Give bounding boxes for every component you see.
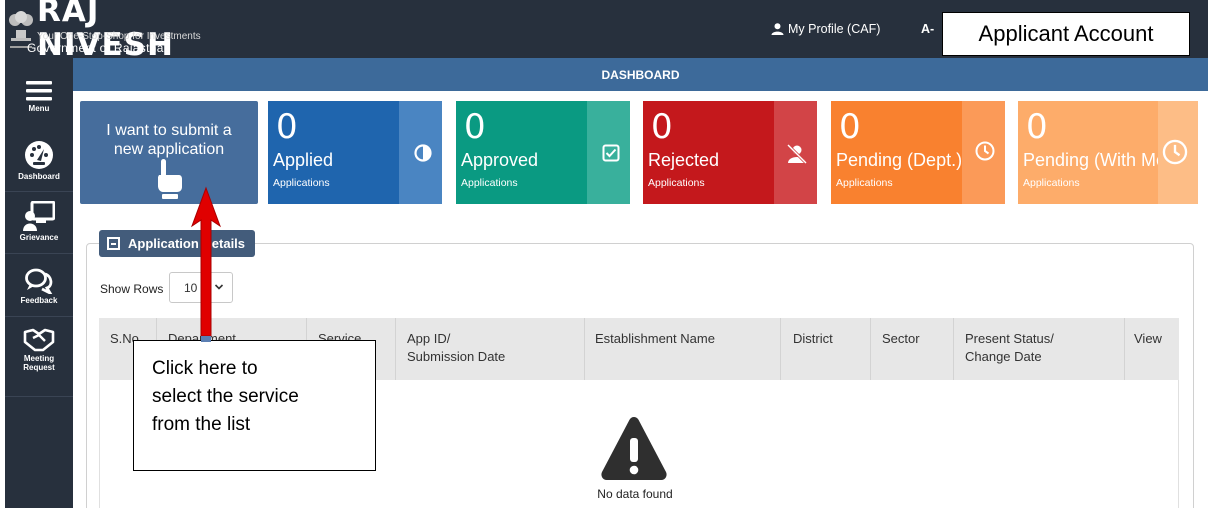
application-details-title: Application Details: [128, 236, 246, 251]
column-header-line: Present Status/: [965, 331, 1054, 346]
stat-subtitle: Applications: [836, 177, 893, 189]
sidebar-item-label: Grievance: [19, 233, 59, 242]
rejected-applications-tile[interactable]: 0 Rejected Applications: [643, 101, 817, 204]
chat-bubbles-icon: [25, 268, 53, 294]
column-divider: [584, 318, 585, 380]
applied-applications-tile[interactable]: 0 Applied Applications: [268, 101, 442, 204]
column-divider: [1124, 318, 1125, 380]
sidebar: Menu Dashboard Grievance Feedback Meetin…: [5, 58, 73, 508]
stat-count: 0: [464, 107, 486, 147]
screen: RAJ NIVESH Your One-Stop-Shop for Invest…: [0, 0, 1208, 508]
stat-title: Pending (With Me): [1023, 150, 1173, 170]
my-profile-label: My Profile (CAF): [788, 22, 881, 36]
account-code[interactable]: A-: [921, 22, 934, 36]
column-divider: [953, 318, 954, 380]
column-divider: [870, 318, 871, 380]
my-profile-link[interactable]: My Profile (CAF): [771, 22, 880, 36]
column-header-line: Submission Date: [407, 349, 506, 364]
brand-logo[interactable]: RAJ NIVESH Your One-Stop-Shop for Invest…: [5, 0, 245, 62]
column-divider: [395, 318, 396, 380]
sidebar-divider: [5, 396, 73, 397]
presenter-icon: [23, 201, 55, 231]
stat-title: Applied: [273, 150, 334, 170]
sidebar-item-meeting-request[interactable]: Meeting Request: [5, 328, 73, 372]
pending-with-me-applications-tile[interactable]: 0 Pending (With Me) Applications: [1018, 101, 1198, 204]
brand-government: Government of Rajasthan: [27, 41, 171, 55]
user-icon: [771, 23, 784, 35]
stat-count: 0: [651, 107, 673, 147]
stat-count: 0: [276, 107, 298, 147]
column-header-line: Change Date: [965, 349, 1042, 364]
approved-applications-tile[interactable]: 0 Approved Applications: [456, 101, 630, 204]
sidebar-divider: [5, 191, 73, 192]
column-divider: [780, 318, 781, 380]
sidebar-item-label: Dashboard: [18, 172, 60, 181]
instruction-callout: Click here to select the service from th…: [133, 340, 376, 471]
column-header-establishment-name[interactable]: Establishment Name: [595, 330, 715, 348]
sidebar-item-label: Menu: [28, 104, 50, 113]
sidebar-item-dashboard[interactable]: Dashboard: [5, 140, 73, 181]
callout-line: Click here to: [152, 358, 258, 379]
column-header-sector[interactable]: Sector: [882, 330, 920, 348]
sidebar-item-label: Feedback: [20, 296, 58, 305]
red-arrow-annotation: [191, 186, 221, 342]
column-header-line: App ID/: [407, 331, 451, 346]
submit-tile-line2: new application: [113, 141, 225, 158]
submit-tile-label: I want to submit a new application: [80, 121, 258, 159]
column-header-district[interactable]: District: [793, 330, 833, 348]
stat-title: Approved: [461, 150, 539, 170]
stat-subtitle: Applications: [1023, 177, 1080, 189]
dashboard-title-bar: DASHBOARD: [73, 58, 1208, 91]
clock-icon: [975, 141, 995, 161]
pending-dept-applications-tile[interactable]: 0 Pending (Dept.) Applications: [831, 101, 1005, 204]
column-header-app-id[interactable]: App ID/ Submission Date: [407, 330, 505, 366]
stat-title: Rejected: [648, 150, 720, 170]
callout-line: from the list: [152, 414, 251, 435]
submit-new-application-tile[interactable]: I want to submit a new application: [80, 101, 258, 204]
half-circle-icon: [414, 144, 432, 162]
sidebar-item-menu[interactable]: Menu: [5, 80, 73, 113]
warning-icon: [601, 417, 667, 480]
stat-subtitle: Applications: [273, 177, 330, 189]
stat-count: 0: [1026, 107, 1048, 147]
submit-tile-line1: I want to submit a: [106, 122, 232, 139]
sidebar-divider: [5, 253, 73, 254]
column-header-present-status[interactable]: Present Status/ Change Date: [965, 330, 1054, 366]
stat-title: Pending (Dept.): [836, 150, 963, 170]
no-data-message: No data found: [597, 487, 673, 501]
stat-subtitle: Applications: [648, 177, 705, 189]
checkbox-icon: [602, 144, 620, 162]
applicant-account-callout: Applicant Account: [942, 12, 1190, 56]
stat-count: 0: [839, 107, 861, 147]
handshake-icon: [23, 328, 55, 352]
dashboard-title: DASHBOARD: [601, 67, 680, 82]
stat-subtitle: Applications: [461, 177, 518, 189]
sidebar-item-feedback[interactable]: Feedback: [5, 268, 73, 305]
user-slash-icon: [786, 144, 808, 164]
callout-line: select the service: [152, 386, 299, 407]
column-header-view[interactable]: View: [1134, 330, 1162, 348]
show-rows-label: Show Rows: [100, 282, 164, 296]
collapse-icon[interactable]: [107, 237, 120, 250]
pointing-hand-icon: [158, 159, 182, 199]
sidebar-item-grievance[interactable]: Grievance: [5, 201, 73, 242]
sidebar-item-label: Meeting Request: [23, 354, 55, 372]
speedometer-icon: [25, 141, 53, 169]
sidebar-divider: [5, 316, 73, 317]
clock-icon: [1162, 139, 1188, 165]
application-details-tab[interactable]: Application Details: [99, 230, 256, 257]
hamburger-icon: [26, 81, 52, 101]
